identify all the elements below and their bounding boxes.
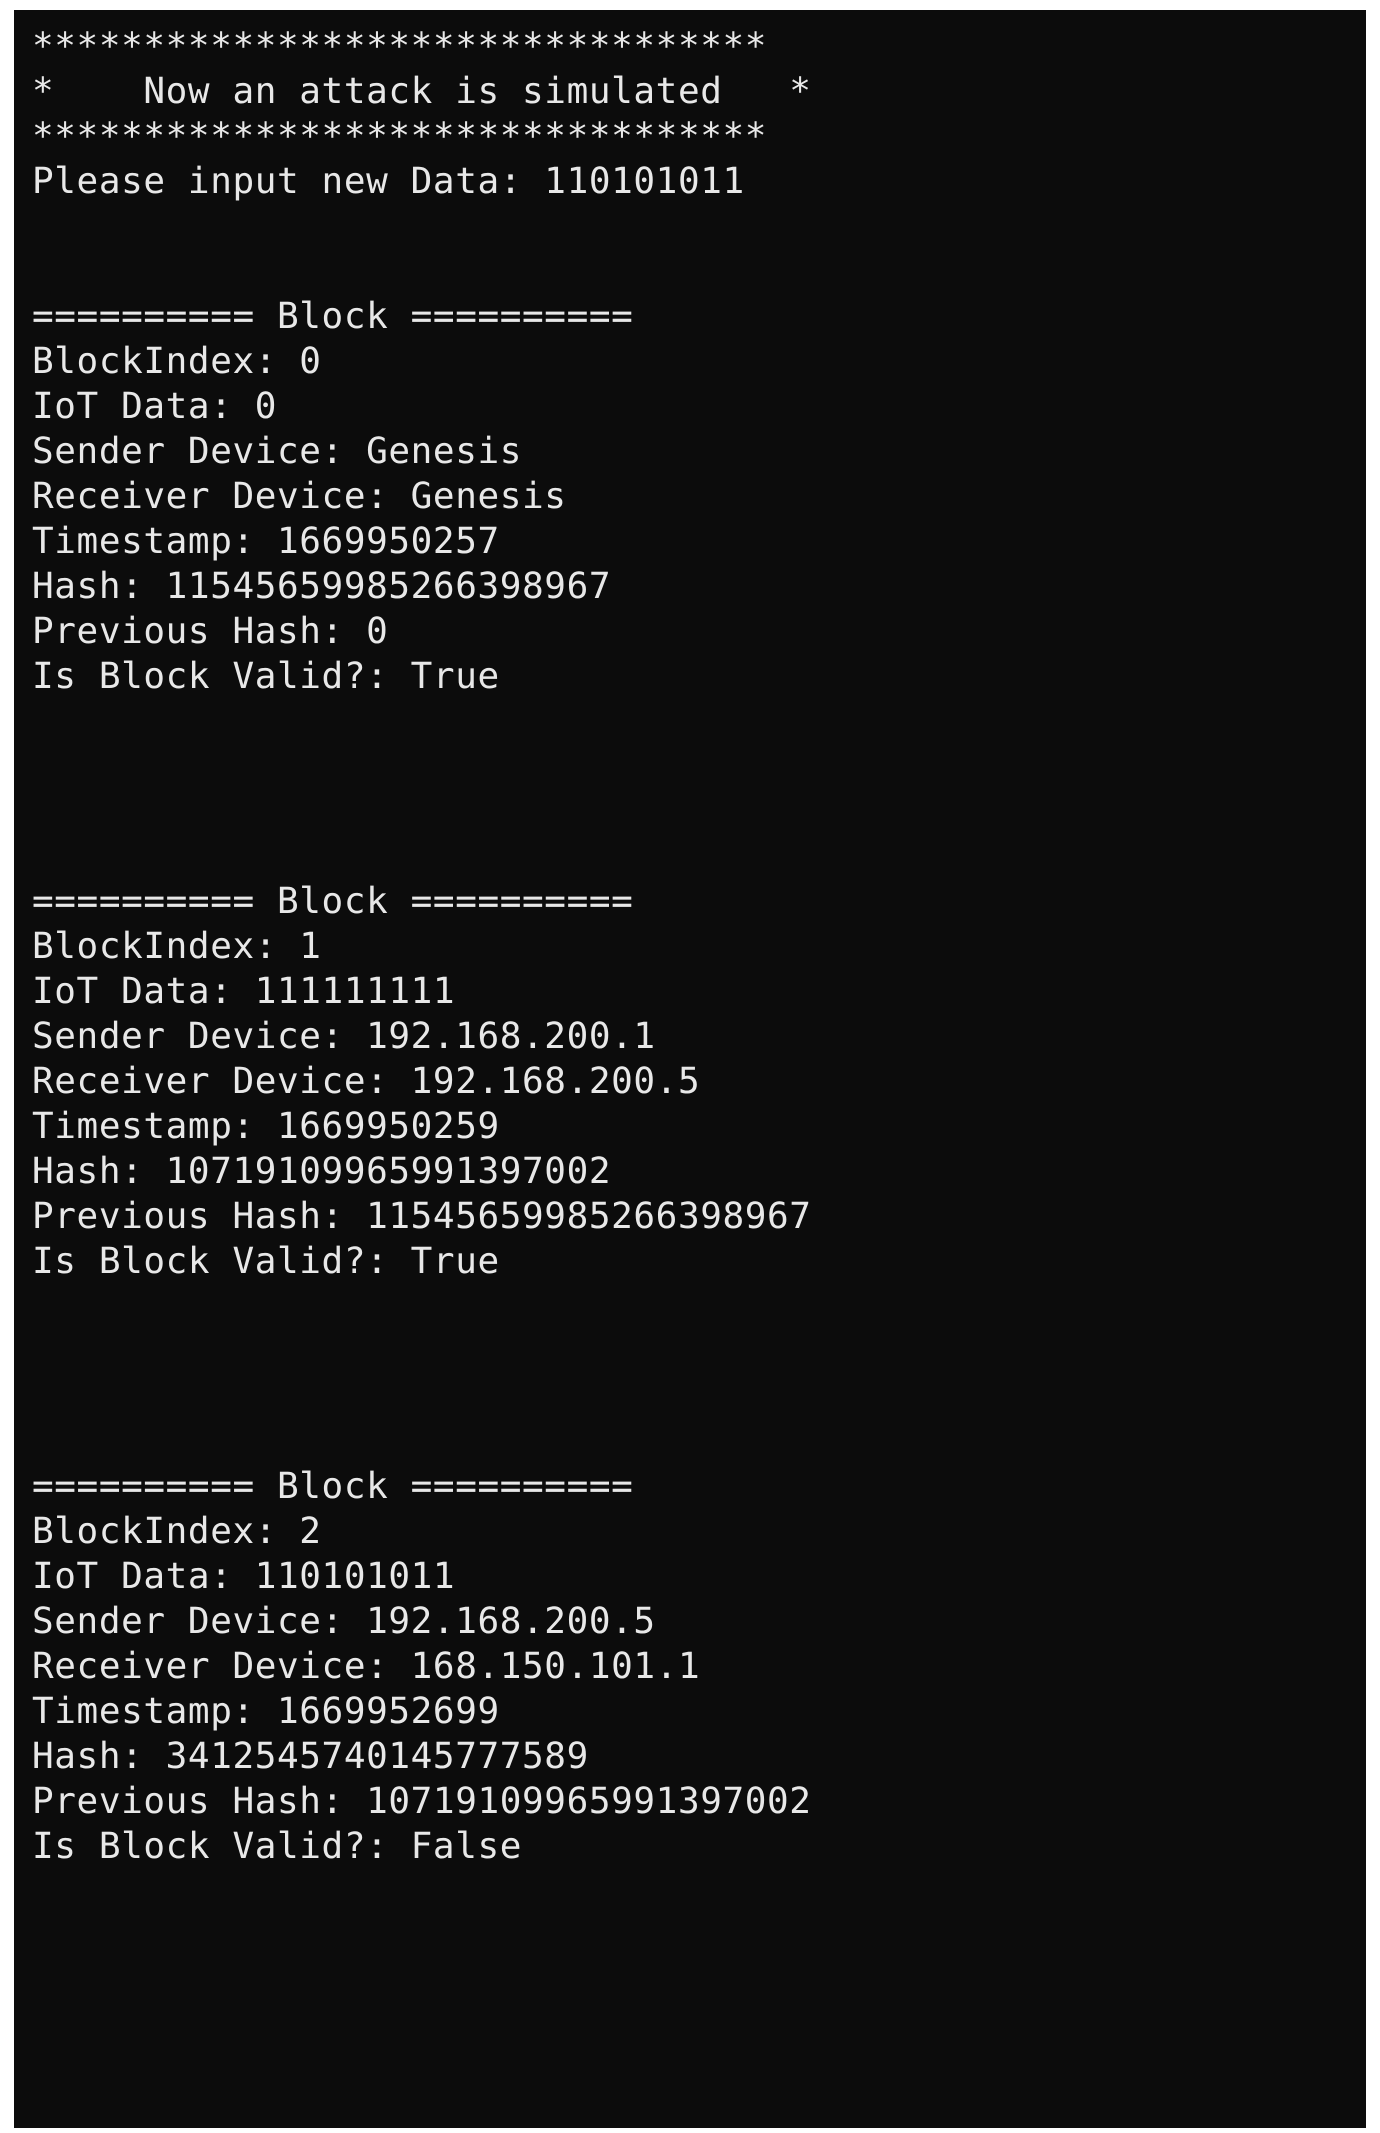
terminal-line: BlockIndex: 2 [32, 1511, 322, 1552]
terminal-line: Sender Device: 192.168.200.1 [32, 1016, 656, 1057]
terminal-line: Hash: 10719109965991397002 [32, 1151, 612, 1192]
terminal-line: Timestamp: 1669952699 [32, 1691, 500, 1732]
terminal-line: ========== Block ========== [32, 881, 634, 922]
terminal-line: Previous Hash: 10719109965991397002 [32, 1781, 812, 1822]
terminal-line: ********************************* [32, 26, 768, 67]
terminal-line: * Now an attack is simulated * [32, 71, 812, 112]
terminal-line: BlockIndex: 0 [32, 341, 322, 382]
terminal-line: Sender Device: Genesis [32, 431, 523, 472]
terminal-line: Timestamp: 1669950257 [32, 521, 500, 562]
terminal-line: Is Block Valid?: True [32, 656, 500, 697]
terminal-line: ********************************* [32, 116, 768, 157]
terminal-line: IoT Data: 111111111 [32, 971, 456, 1012]
terminal-line: BlockIndex: 1 [32, 926, 322, 967]
terminal-screen[interactable]: ********************************* * Now a… [14, 10, 1366, 2128]
terminal-line: Previous Hash: 0 [32, 611, 389, 652]
terminal-line: Hash: 11545659985266398967 [32, 566, 612, 607]
terminal-line: Is Block Valid?: True [32, 1241, 500, 1282]
terminal-line: Receiver Device: 192.168.200.5 [32, 1061, 701, 1102]
terminal-window: ********************************* * Now a… [0, 0, 1380, 2133]
terminal-line: Please input new Data: 110101011 [32, 161, 745, 202]
terminal-line: ========== Block ========== [32, 1466, 634, 1507]
terminal-output-text: ********************************* * Now a… [32, 24, 1366, 1869]
terminal-line: IoT Data: 0 [32, 386, 278, 427]
terminal-line: Previous Hash: 11545659985266398967 [32, 1196, 812, 1237]
terminal-line: Receiver Device: Genesis [32, 476, 567, 517]
terminal-line: Sender Device: 192.168.200.5 [32, 1601, 656, 1642]
terminal-line: ========== Block ========== [32, 296, 634, 337]
terminal-line: Is Block Valid?: False [32, 1826, 523, 1867]
terminal-line: Hash: 3412545740145777589 [32, 1736, 589, 1777]
terminal-line: Timestamp: 1669950259 [32, 1106, 500, 1147]
terminal-line: IoT Data: 110101011 [32, 1556, 456, 1597]
terminal-line: Receiver Device: 168.150.101.1 [32, 1646, 701, 1687]
